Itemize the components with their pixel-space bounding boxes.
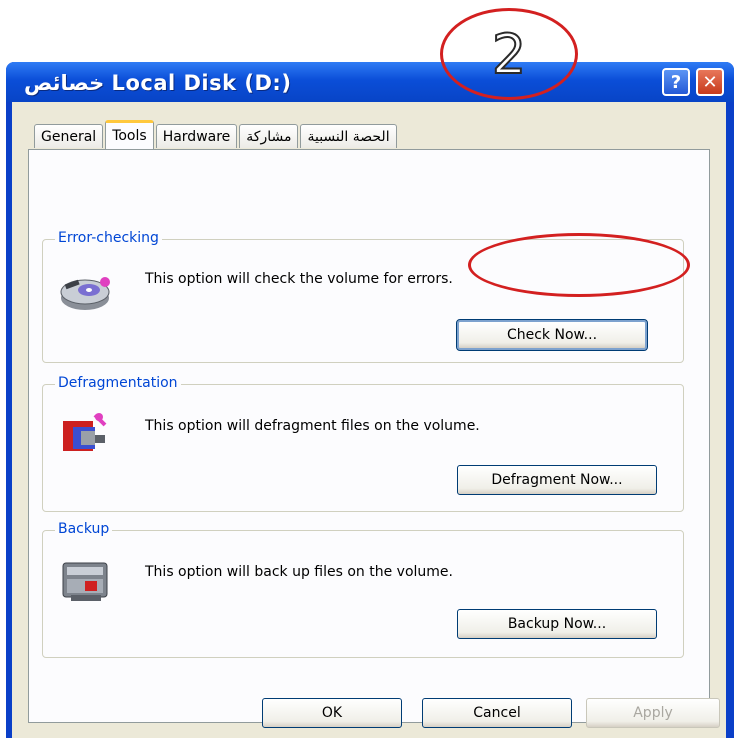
- check-now-highlight: [468, 233, 690, 297]
- check-now-button[interactable]: Check Now...: [456, 319, 648, 351]
- window-title: خصائص Local Disk (D:): [24, 71, 292, 95]
- tab-strip: General Tools Hardware مشاركة الحصة النس…: [34, 120, 399, 150]
- tab-quota[interactable]: الحصة النسبية: [300, 124, 397, 148]
- error-checking-legend: Error-checking: [55, 230, 162, 246]
- help-icon[interactable]: ?: [662, 68, 690, 96]
- step-number: 2: [491, 22, 527, 87]
- ok-button[interactable]: OK: [262, 698, 402, 728]
- title-bar[interactable]: خصائص Local Disk (D:) ? ✕: [6, 62, 734, 102]
- defragmentation-description: This option will defragment files on the…: [145, 418, 480, 434]
- backup-now-button[interactable]: Backup Now...: [457, 609, 657, 639]
- close-icon[interactable]: ✕: [696, 68, 724, 96]
- dialog-client-area: General Tools Hardware مشاركة الحصة النس…: [12, 102, 726, 738]
- disk-check-icon: [60, 277, 110, 310]
- tab-sharing[interactable]: مشاركة: [239, 124, 299, 148]
- backup-icon: [62, 562, 108, 601]
- close-label: ✕: [702, 71, 718, 93]
- defragmentation-group: Defragmentation This option will defragm…: [42, 375, 684, 512]
- help-label: ?: [670, 71, 682, 93]
- tab-general[interactable]: General: [34, 124, 104, 148]
- defragment-icon: [63, 413, 107, 451]
- apply-button[interactable]: Apply: [586, 698, 720, 728]
- step-number-annotation: 2: [440, 8, 578, 100]
- backup-legend: Backup: [55, 521, 113, 537]
- cancel-button[interactable]: Cancel: [422, 698, 572, 728]
- tab-hardware[interactable]: Hardware: [155, 124, 238, 148]
- properties-dialog: خصائص Local Disk (D:) ? ✕ General Tools …: [6, 62, 734, 738]
- backup-group: Backup This option will back up files on…: [42, 521, 684, 658]
- defragment-now-button[interactable]: Defragment Now...: [457, 465, 657, 495]
- error-checking-description: This option will check the volume for er…: [145, 271, 453, 287]
- defragmentation-legend: Defragmentation: [55, 375, 181, 391]
- backup-description: This option will back up files on the vo…: [145, 564, 453, 580]
- tab-tools[interactable]: Tools: [105, 120, 154, 149]
